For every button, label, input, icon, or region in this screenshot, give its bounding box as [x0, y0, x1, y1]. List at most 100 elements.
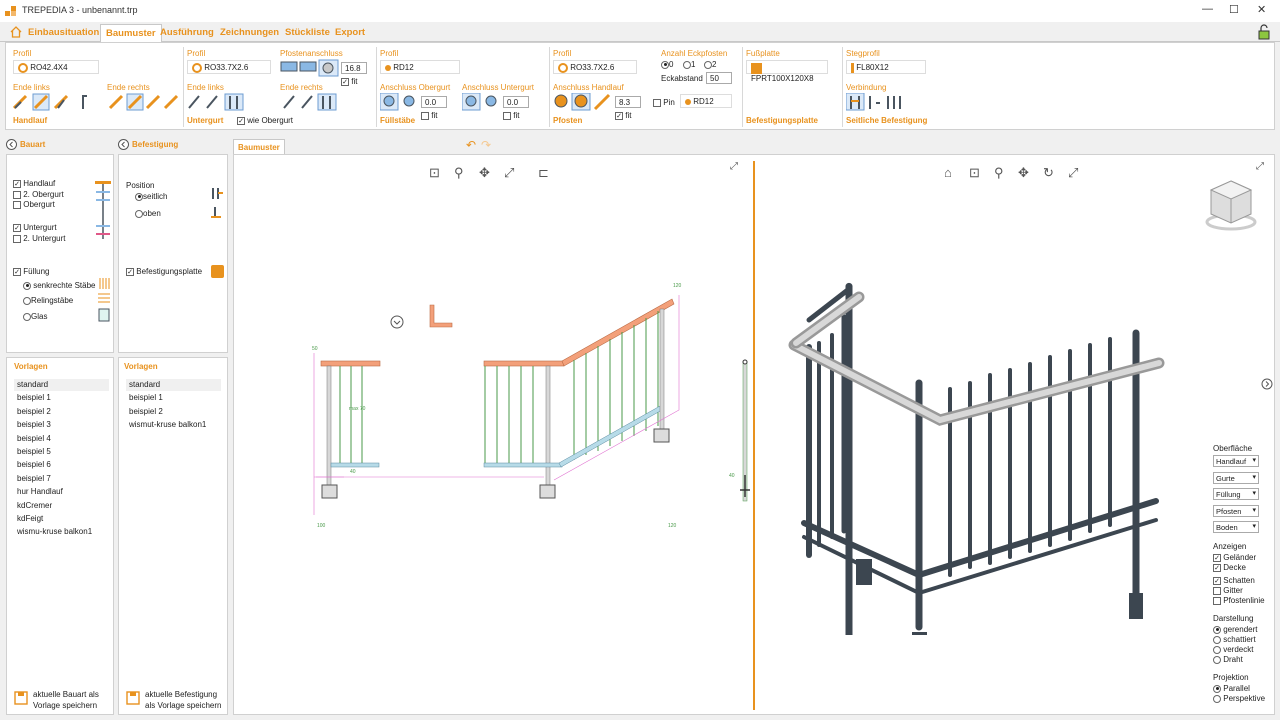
- anschluss-untergurt-fit[interactable]: fit: [503, 111, 519, 120]
- expand-view-icon[interactable]: ⤢: [730, 161, 738, 172]
- vorlage-item[interactable]: kdFeigt: [17, 514, 43, 523]
- vorlage-item[interactable]: hur Handlauf: [17, 487, 63, 496]
- menu-export[interactable]: Export: [335, 27, 365, 38]
- handlauf-profil-field[interactable]: RO42.4X4: [13, 60, 99, 74]
- darstellung-radio[interactable]: verdeckt: [1213, 645, 1253, 654]
- save-icon[interactable]: [14, 691, 28, 705]
- handlauf-ende-rechts-icons[interactable]: [107, 93, 183, 111]
- back-arrow-icon[interactable]: [118, 139, 129, 150]
- bauart-handlauf[interactable]: ✓ Handlauf: [13, 179, 55, 188]
- fuellung-glas[interactable]: Glas: [23, 312, 47, 321]
- anschluss-handlauf-input[interactable]: 8.3: [615, 96, 641, 108]
- bauart-fuellung[interactable]: ✓ Füllung: [13, 267, 49, 276]
- anzeigen-checkbox[interactable]: ✓ Schatten: [1213, 576, 1255, 585]
- menu-stueckliste[interactable]: Stückliste: [285, 27, 330, 38]
- anzeigen-checkbox[interactable]: ✓ Geländer: [1213, 553, 1256, 562]
- oberflaeche-select[interactable]: Gurte ▾: [1213, 471, 1259, 484]
- pin-checkbox[interactable]: Pin: [653, 98, 675, 107]
- position-seitlich[interactable]: seitlich: [135, 192, 167, 201]
- stegprofil-field[interactable]: FL80X12: [846, 60, 926, 74]
- pan-icon[interactable]: ✥: [1018, 165, 1029, 181]
- fuellstaebe-profil-field[interactable]: RD12: [380, 60, 460, 74]
- projektion-radio[interactable]: Perspektive: [1213, 694, 1265, 703]
- fit-view-icon[interactable]: ⤢: [1068, 165, 1078, 181]
- menu-einbausituation[interactable]: Einbausituation: [28, 27, 99, 38]
- befestigungsplatte-checkbox[interactable]: ✓ Befestigungsplatte: [126, 267, 202, 276]
- verbindung-icons[interactable]: [846, 93, 906, 111]
- eckpfosten-option-1[interactable]: 1: [683, 60, 695, 69]
- pfostenanschluss-input[interactable]: 16.8: [341, 62, 367, 74]
- fuellung-relingstaebe[interactable]: Relingstäbe: [23, 296, 73, 305]
- expand-view-icon[interactable]: ⤢: [1256, 161, 1264, 172]
- untergurt-ende-links-icons[interactable]: [187, 93, 247, 111]
- pfosten-profil-field[interactable]: RO33.7X2.6: [553, 60, 637, 74]
- vorlage-item[interactable]: wismu-kruse balkon1: [17, 527, 92, 536]
- bauart-untergurt[interactable]: ✓ Untergurt: [13, 223, 57, 232]
- untergurt-ende-rechts-icons[interactable]: [280, 93, 340, 111]
- wie-obergurt-checkbox[interactable]: ✓ wie Obergurt: [237, 116, 293, 125]
- save-bauart-line2[interactable]: Vorlage speichern: [33, 701, 97, 710]
- eckpfosten-option-0[interactable]: 0: [661, 60, 673, 69]
- darstellung-radio[interactable]: gerendert: [1213, 625, 1257, 634]
- minimize-button[interactable]: —: [1202, 3, 1213, 15]
- menu-baumuster[interactable]: Baumuster: [100, 24, 162, 42]
- anschluss-obergurt-icons[interactable]: [380, 93, 420, 111]
- position-oben[interactable]: oben: [135, 209, 161, 218]
- darstellung-radio[interactable]: Draht: [1213, 655, 1243, 664]
- bauart-2-untergurt[interactable]: 2. Untergurt: [13, 234, 65, 243]
- close-button[interactable]: ✕: [1257, 3, 1266, 16]
- vorlage-item[interactable]: beispiel 1: [129, 393, 163, 402]
- anzeigen-checkbox[interactable]: Gitter: [1213, 586, 1243, 595]
- pan-icon[interactable]: ✥: [479, 165, 490, 181]
- fit-view-icon[interactable]: ⤢: [504, 165, 514, 181]
- vorlage-item[interactable]: standard: [129, 380, 160, 389]
- handlauf-ende-links-icons[interactable]: [13, 93, 93, 111]
- vorlage-item[interactable]: beispiel 2: [129, 407, 163, 416]
- vorlage-item[interactable]: beispiel 2: [17, 407, 51, 416]
- pfostenanschluss-icons[interactable]: [280, 59, 340, 79]
- save-befestigung-line1[interactable]: aktuelle Befestigung: [145, 690, 217, 699]
- fussplatte-field[interactable]: FPRT100X120X8: [746, 60, 828, 83]
- untergurt-profil-field[interactable]: RO33.7X2.6: [187, 60, 271, 74]
- eckabstand-input[interactable]: 50: [706, 72, 732, 84]
- save-befestigung-line2[interactable]: als Vorlage speichern: [145, 701, 222, 710]
- pin-field[interactable]: RD12: [680, 94, 732, 108]
- bauart-obergurt[interactable]: Obergurt: [13, 200, 55, 209]
- vorlage-item[interactable]: beispiel 6: [17, 460, 51, 469]
- anschluss-obergurt-fit[interactable]: fit: [421, 111, 437, 120]
- view-cube-icon[interactable]: [1204, 177, 1262, 232]
- vorlage-item[interactable]: beispiel 3: [17, 420, 51, 429]
- panel-expand-icon[interactable]: [1261, 378, 1273, 390]
- lock-icon[interactable]: [1257, 24, 1271, 40]
- anschluss-handlauf-fit[interactable]: ✓ fit: [615, 111, 631, 120]
- anzeigen-checkbox[interactable]: Pfostenlinie: [1213, 596, 1265, 605]
- vorlage-item[interactable]: beispiel 4: [17, 434, 51, 443]
- menu-zeichnungen[interactable]: Zeichnungen: [220, 27, 279, 38]
- maximize-button[interactable]: ☐: [1229, 3, 1239, 16]
- oberflaeche-select[interactable]: Boden ▾: [1213, 521, 1259, 533]
- save-bauart-line1[interactable]: aktuelle Bauart als: [33, 690, 99, 699]
- back-arrow-icon[interactable]: [6, 139, 17, 150]
- vorlage-item[interactable]: standard: [17, 380, 48, 389]
- save-icon[interactable]: [126, 691, 140, 705]
- befestigung-header[interactable]: Befestigung: [118, 139, 178, 152]
- zoom-window-icon[interactable]: ⊡: [969, 165, 980, 181]
- eckpfosten-option-2[interactable]: 2: [704, 60, 716, 69]
- vorlage-item[interactable]: wismut-kruse balkon1: [129, 420, 206, 429]
- bauart-header[interactable]: Bauart: [6, 139, 45, 152]
- vorlage-item[interactable]: beispiel 1: [17, 393, 51, 402]
- darstellung-radio[interactable]: schattiert: [1213, 635, 1256, 644]
- vorlage-item[interactable]: beispiel 7: [17, 474, 51, 483]
- bauart-2-obergurt[interactable]: 2. Obergurt: [13, 190, 64, 199]
- zoom-window-icon[interactable]: ⊡: [429, 165, 440, 181]
- anzeigen-checkbox[interactable]: ✓ Decke: [1213, 563, 1246, 572]
- rotate-icon[interactable]: ↻: [1043, 165, 1054, 181]
- oberflaeche-select[interactable]: Pfosten ▾: [1213, 504, 1259, 517]
- fuellung-senkrechte-staebe[interactable]: senkrechte Stäbe: [23, 281, 96, 290]
- zoom-icon[interactable]: ⚲: [994, 165, 1004, 181]
- anschluss-untergurt-input[interactable]: 0.0: [503, 96, 529, 108]
- anschluss-handlauf-icons[interactable]: [553, 93, 613, 111]
- vorlage-item[interactable]: beispiel 5: [17, 447, 51, 456]
- zoom-icon[interactable]: ⚲: [454, 165, 464, 181]
- oberflaeche-select[interactable]: Handlauf ▾: [1213, 455, 1259, 467]
